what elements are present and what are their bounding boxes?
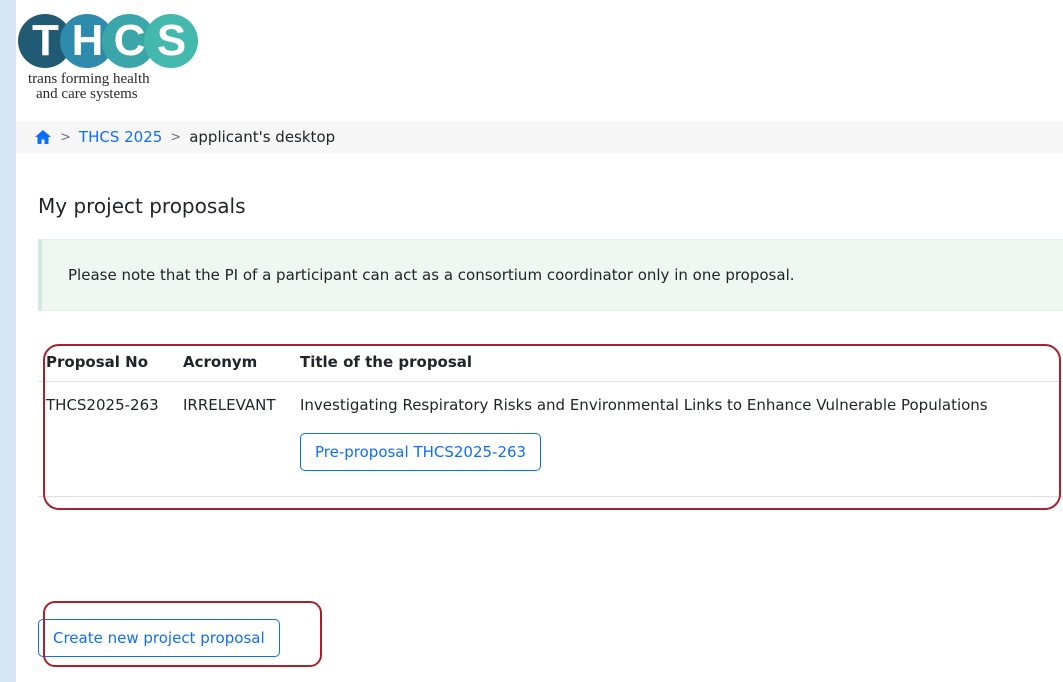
breadcrumb-separator: >: [60, 129, 71, 145]
header-acronym: Acronym: [183, 353, 258, 371]
logo-letter-s: S: [144, 14, 198, 68]
page-title: My project proposals: [38, 194, 246, 218]
cell-title: Investigating Respiratory Risks and Envi…: [300, 396, 988, 414]
page-content: T H C S trans forming health and care sy…: [16, 0, 1063, 682]
table-header: Proposal No Acronym Title of the proposa…: [38, 343, 1063, 382]
info-alert: Please note that the PI of a participant…: [38, 239, 1063, 311]
table-row: THCS2025-263 IRRELEVANT Investigating Re…: [38, 382, 1063, 497]
breadcrumb-link-thcs-2025[interactable]: THCS 2025: [79, 128, 162, 146]
header-proposal-no: Proposal No: [46, 353, 149, 371]
thcs-logo[interactable]: T H C S trans forming health and care sy…: [18, 14, 208, 106]
header-title: Title of the proposal: [300, 353, 473, 371]
breadcrumb-separator: >: [170, 129, 182, 145]
breadcrumb: > THCS 2025 > applicant's desktop: [16, 121, 1063, 153]
logo-tagline-line1: trans forming health: [28, 71, 150, 87]
logo-mark: T H C S: [18, 14, 208, 68]
proposals-table: Proposal No Acronym Title of the proposa…: [38, 343, 1063, 497]
logo-tagline-line2: and care systems: [36, 86, 138, 102]
create-proposal-button[interactable]: Create new project proposal: [38, 619, 280, 657]
cell-title-group: Investigating Respiratory Risks and Envi…: [292, 396, 1063, 496]
logo-tagline: trans forming health and care systems: [18, 72, 208, 102]
pre-proposal-button[interactable]: Pre-proposal THCS2025-263: [300, 433, 542, 471]
cell-acronym: IRRELEVANT: [183, 396, 276, 414]
breadcrumb-current: applicant's desktop: [189, 128, 336, 146]
home-icon[interactable]: [34, 129, 52, 145]
alert-message: Please note that the PI of a participant…: [68, 266, 795, 284]
cell-proposal-no: THCS2025-263: [46, 396, 159, 414]
